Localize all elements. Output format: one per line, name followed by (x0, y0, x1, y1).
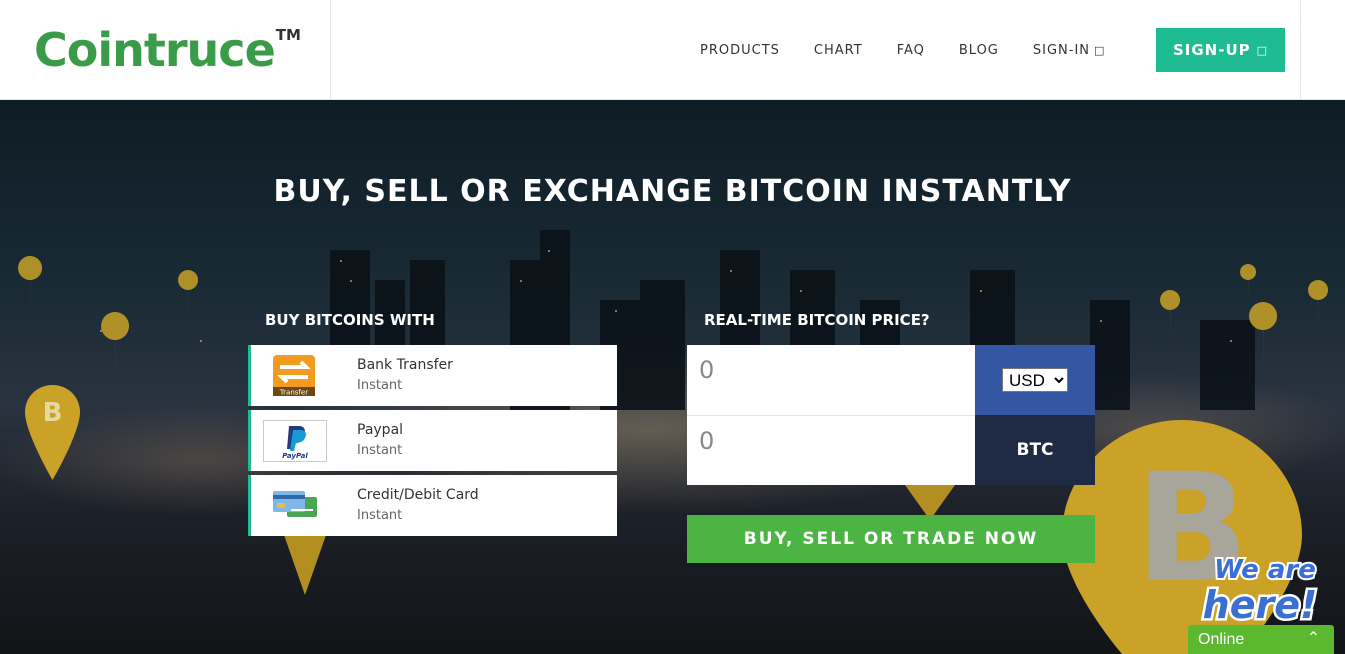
payment-speed: Instant (357, 508, 403, 523)
bank-transfer-icon-text: Transfer (279, 389, 308, 397)
logo-area: CointruceTM (0, 0, 331, 100)
currency-select[interactable]: USD (1002, 368, 1068, 392)
nav-chart[interactable]: CHART (814, 43, 863, 58)
header-divider (1300, 0, 1301, 100)
svg-text:B: B (43, 398, 63, 428)
sign-in-icon: □ (1094, 43, 1106, 57)
nav-blog[interactable]: BLOG (959, 43, 999, 58)
chevron-up-icon: ⌃ (1306, 630, 1320, 647)
nav-sign-in-label: SIGN-IN (1032, 42, 1091, 58)
nav-sign-in[interactable]: SIGN-IN □ (1033, 43, 1106, 58)
chat-bubble-line-2: here! (1203, 583, 1318, 627)
payment-name: Paypal (357, 422, 404, 438)
trademark-mark: TM (275, 26, 301, 44)
payment-option-paypal[interactable]: PayPal Paypal Instant (248, 410, 617, 471)
chat-bubble-line-1: We are (1214, 555, 1316, 585)
bank-transfer-icon: Transfer (273, 355, 315, 397)
signup-label: SIGN-UP (1172, 41, 1251, 59)
hero-section: B B BUY, SELL OR EXCHANGE BITCOIN INSTAN… (0, 100, 1345, 654)
hero-title: BUY, SELL OR EXCHANGE BITCOIN INSTANTLY (273, 174, 1072, 209)
user-add-icon: □ (1256, 43, 1269, 57)
bitcoin-pin-icon: B (25, 385, 80, 480)
chat-status-label: Online (1198, 631, 1245, 648)
nav-faq[interactable]: FAQ (897, 43, 925, 58)
logo[interactable]: CointruceTM (34, 22, 301, 89)
buy-with-heading: BUY BITCOINS WITH (265, 311, 435, 329)
paypal-icon-text: PayPal (282, 452, 308, 460)
fiat-amount-input[interactable] (687, 345, 975, 415)
chat-we-are-here-image[interactable]: We are here! (1190, 550, 1340, 630)
logo-text: Cointruce (34, 23, 276, 77)
credit-card-icon (273, 491, 317, 517)
fiat-amount-box (687, 345, 975, 415)
buy-sell-trade-button[interactable]: BUY, SELL OR TRADE NOW (687, 515, 1095, 563)
payment-name: Credit/Debit Card (357, 487, 479, 503)
payment-option-bank-transfer[interactable]: Transfer Bank Transfer Instant (248, 345, 617, 406)
price-heading: REAL-TIME BITCOIN PRICE? (704, 311, 930, 329)
paypal-icon: PayPal (263, 420, 327, 462)
payment-speed: Instant (357, 378, 403, 393)
btc-amount-box (687, 415, 975, 486)
btc-amount-input[interactable] (687, 416, 975, 486)
currency-selector-area: USD (975, 345, 1095, 415)
main-nav: PRODUCTS CHART FAQ BLOG SIGN-IN □ (700, 0, 1139, 100)
btc-label: BTC (975, 415, 1095, 485)
nav-products[interactable]: PRODUCTS (700, 43, 780, 58)
payment-speed: Instant (357, 443, 403, 458)
site-header: CointruceTM PRODUCTS CHART FAQ BLOG SIGN… (0, 0, 1345, 100)
payment-option-credit-card[interactable]: Credit/Debit Card Instant (248, 475, 617, 536)
signup-button[interactable]: SIGN-UP □ (1156, 28, 1285, 72)
payment-name: Bank Transfer (357, 357, 453, 373)
chat-status-bar[interactable]: Online ⌃ (1188, 625, 1334, 654)
